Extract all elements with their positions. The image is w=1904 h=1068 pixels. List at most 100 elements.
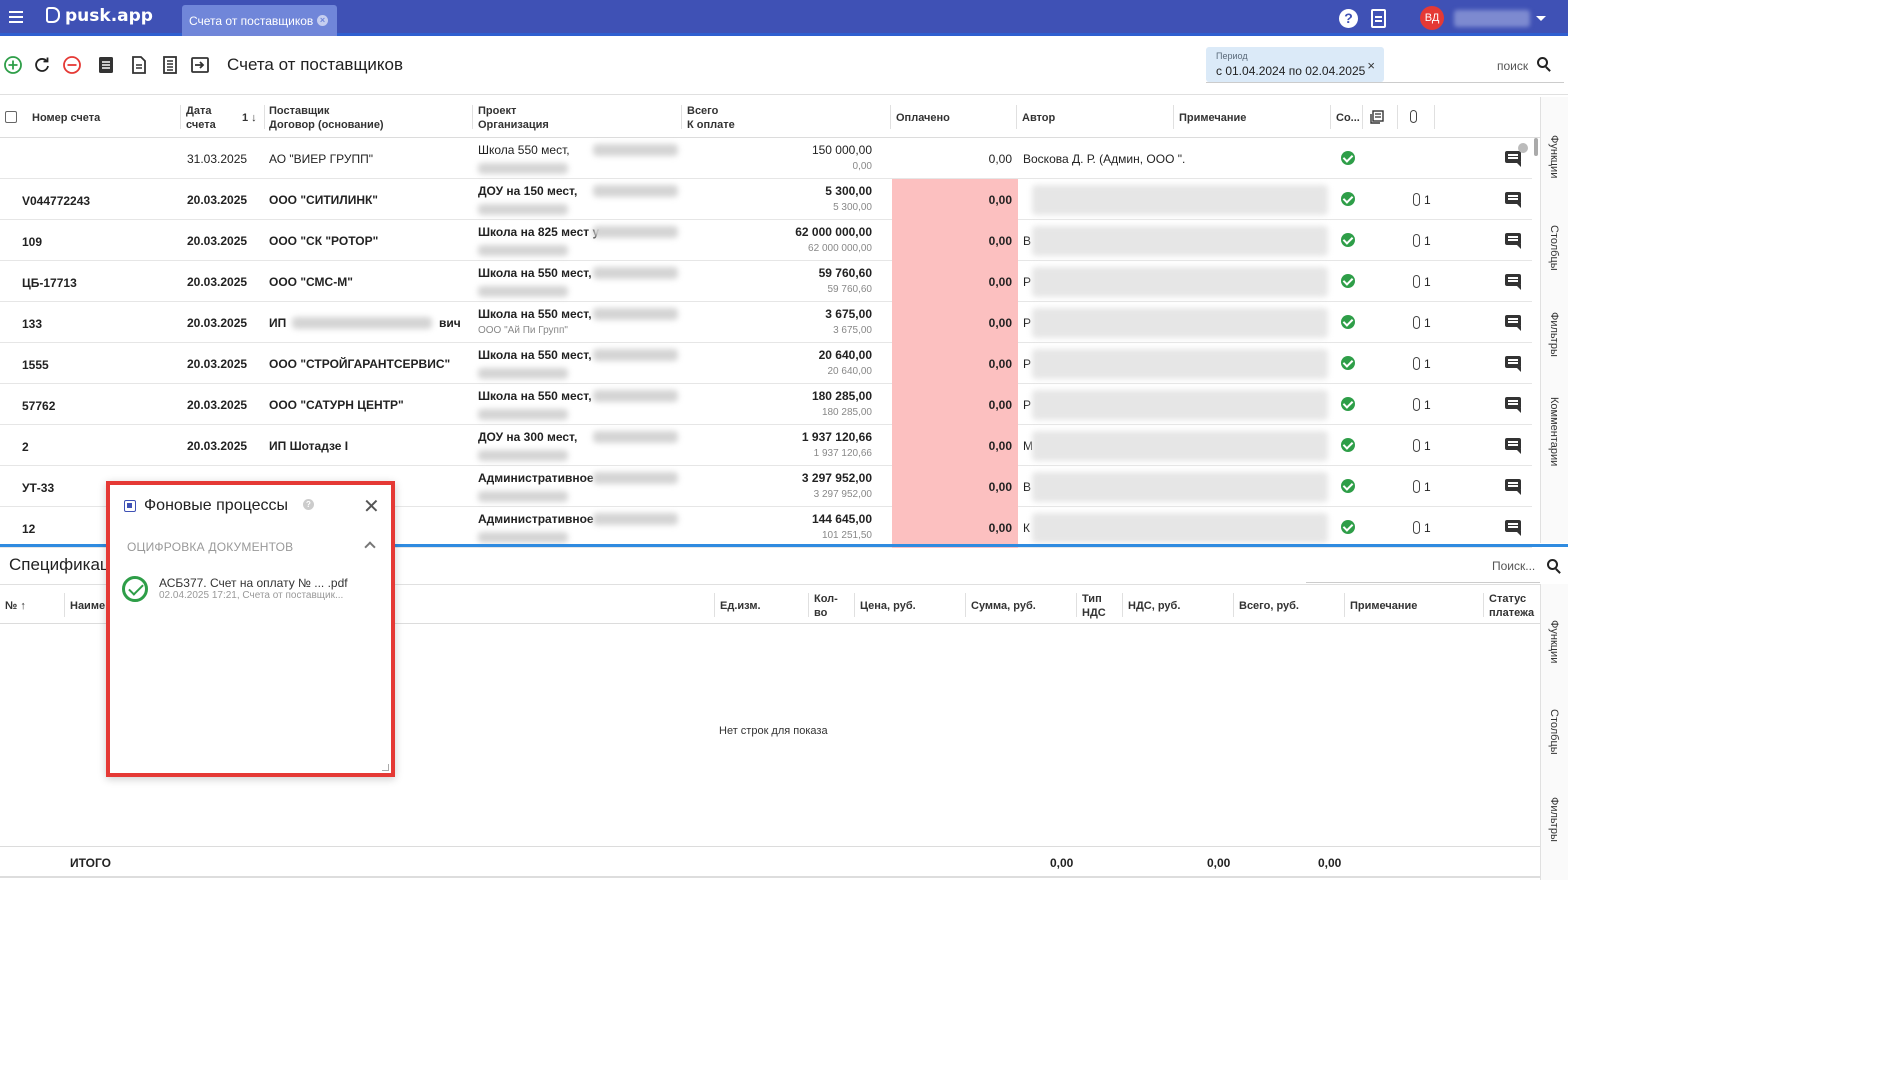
app-logo[interactable]: pusk.app [46, 6, 153, 26]
search-input[interactable]: поиск [1497, 59, 1528, 73]
spec-side-filters[interactable]: Фильтры [1548, 797, 1560, 842]
popup-close-icon[interactable]: ✕ [363, 494, 380, 519]
attachment-icon[interactable] [1413, 439, 1420, 452]
table-row[interactable]: 133 20.03.2025 ИП вич Школа на 550 мест, ООО … [0, 302, 1532, 343]
select-all-checkbox[interactable] [5, 111, 17, 123]
side-functions[interactable]: Функции [1548, 135, 1560, 178]
comment-icon[interactable] [1505, 356, 1521, 372]
spec-search-icon[interactable] [1547, 559, 1558, 570]
delete-icon[interactable] [62, 55, 82, 75]
side-filters[interactable]: Фильтры [1548, 312, 1560, 357]
attachment-count[interactable]: 1 [1424, 521, 1431, 535]
spec-col-total[interactable]: Всего, руб. [1239, 599, 1299, 613]
spec-col-unit[interactable]: Ед.изм. [720, 599, 761, 613]
spec-col-price[interactable]: Цена, руб. [860, 599, 916, 613]
attachment-icon[interactable] [1413, 275, 1420, 288]
print-icon[interactable] [160, 55, 180, 75]
col-paid[interactable]: Оплачено [896, 111, 950, 125]
comments-column-icon[interactable] [1370, 110, 1384, 124]
spec-col-note[interactable]: Примечание [1350, 599, 1417, 613]
table-row[interactable]: 1555 20.03.2025 ООО "СТРОЙГАРАНТСЕРВИС" Шко… [0, 343, 1532, 384]
attachment-count[interactable]: 1 [1424, 234, 1431, 248]
spec-col-qty[interactable]: Кол-во [814, 592, 838, 620]
avatar[interactable]: ВД [1420, 6, 1444, 30]
col-number[interactable]: Номер счета [32, 111, 100, 125]
sort-indicator[interactable]: 1 ↓ [242, 111, 257, 125]
attachment-icon[interactable] [1413, 521, 1420, 534]
table-row[interactable]: V044772243 20.03.2025 ООО "СИТИЛИНК" ДОУ на… [0, 179, 1532, 220]
attachment-count[interactable]: 1 [1424, 398, 1431, 412]
side-columns[interactable]: Столбцы [1548, 225, 1560, 271]
popup-help-icon[interactable]: ? [303, 499, 314, 510]
side-comments[interactable]: Комментарии [1548, 397, 1560, 466]
table-row[interactable]: ЦБ-17713 20.03.2025 ООО "СМС-М" Школа на 55… [0, 261, 1532, 302]
spec-col-name[interactable]: Наиме [70, 599, 105, 613]
attachment-count[interactable]: 1 [1424, 275, 1431, 289]
col-total[interactable]: Всего К оплате [687, 104, 735, 132]
scrollbar-thumb[interactable] [1534, 138, 1538, 156]
comment-icon[interactable] [1505, 192, 1521, 208]
col-supplier[interactable]: Поставщик Договор (основание) [269, 104, 384, 132]
spec-col-vat[interactable]: НДС, руб. [1128, 599, 1180, 613]
resize-handle[interactable] [382, 764, 389, 771]
table-row[interactable]: 57762 20.03.2025 ООО "САТУРН ЦЕНТР" Школа н… [0, 384, 1532, 425]
col-author[interactable]: Автор [1022, 111, 1055, 125]
comment-icon[interactable] [1505, 151, 1521, 167]
attachment-icon[interactable] [1413, 234, 1420, 247]
comment-icon[interactable] [1505, 520, 1521, 536]
col-note[interactable]: Примечание [1179, 111, 1246, 125]
attachment-count[interactable]: 1 [1424, 480, 1431, 494]
table-row[interactable]: 2 20.03.2025 ИП Шотадзе І ДОУ на 300 мест, 1… [0, 425, 1532, 466]
col-date[interactable]: Дата счета [186, 104, 216, 132]
period-filter-chip[interactable]: Период с 01.04.2024 по 02.04.2025 × [1206, 47, 1384, 82]
document-icon[interactable] [129, 55, 149, 75]
refresh-icon[interactable] [32, 55, 52, 75]
attachment-icon[interactable] [1413, 398, 1420, 411]
spec-side-functions[interactable]: Функции [1548, 620, 1560, 663]
spec-col-pay-status[interactable]: Статус платежа [1489, 592, 1534, 620]
col-project[interactable]: Проект Организация [478, 104, 549, 132]
menu-icon[interactable] [9, 11, 23, 23]
chevron-down-icon[interactable] [1536, 16, 1546, 21]
clear-period-icon[interactable]: × [1367, 58, 1375, 73]
document-icon[interactable] [1371, 9, 1386, 28]
help-icon[interactable]: ? [1339, 9, 1358, 28]
tab-supplier-invoices[interactable]: Счета от поставщиков × [182, 5, 337, 36]
comment-icon[interactable] [1505, 397, 1521, 413]
comment-icon[interactable] [1505, 274, 1521, 290]
attachment-icon[interactable] [1413, 357, 1420, 370]
table-row[interactable]: 109 20.03.2025 ООО "СК "РОТОР" Школа на 825… [0, 220, 1532, 261]
user-name-redacted[interactable] [1454, 10, 1530, 27]
attachment-count[interactable]: 1 [1424, 439, 1431, 453]
spec-col-sum[interactable]: Сумма, руб. [971, 599, 1036, 613]
attachment-count[interactable]: 1 [1424, 316, 1431, 330]
chevron-up-icon[interactable] [364, 541, 376, 553]
section-digitization[interactable]: ОЦИФРОВКА ДОКУМЕНТОВ [127, 540, 293, 554]
spec-col-no[interactable]: № ↑ [5, 599, 26, 613]
scroll-indicator[interactable] [1518, 143, 1528, 153]
attachment-icon[interactable] [1413, 316, 1420, 329]
page-title: Счета от поставщиков [227, 55, 404, 74]
document-list-icon[interactable] [96, 55, 116, 75]
spec-col-vat-type[interactable]: Тип НДС [1082, 592, 1106, 620]
background-processes-popup: Фоновые процессы ? ✕ ОЦИФРОВКА ДОКУМЕНТО… [106, 481, 395, 777]
attachment-icon[interactable] [1413, 193, 1420, 206]
process-file-name[interactable]: АСБ377. Счет на оплату № ... .pdf [159, 576, 348, 590]
cell-total: 62 000 000,00 [795, 225, 872, 239]
attachment-icon[interactable] [1413, 480, 1420, 493]
add-icon[interactable] [3, 55, 23, 75]
col-status[interactable]: Со... [1336, 111, 1360, 125]
comment-icon[interactable] [1505, 233, 1521, 249]
attachment-count[interactable]: 1 [1424, 357, 1431, 371]
search-icon[interactable] [1537, 57, 1548, 68]
comment-icon[interactable] [1505, 315, 1521, 331]
spec-search-input[interactable]: Поиск... [1492, 559, 1535, 573]
comment-icon[interactable] [1505, 438, 1521, 454]
attachments-column-icon[interactable] [1410, 110, 1417, 123]
import-icon[interactable] [190, 55, 210, 75]
tab-close-icon[interactable]: × [317, 15, 328, 26]
attachment-count[interactable]: 1 [1424, 193, 1431, 207]
comment-icon[interactable] [1505, 479, 1521, 495]
spec-side-columns[interactable]: Столбцы [1548, 709, 1560, 755]
table-row[interactable]: 31.03.2025 АО "ВИЕР ГРУПП" Школа 550 мест,… [0, 138, 1532, 179]
